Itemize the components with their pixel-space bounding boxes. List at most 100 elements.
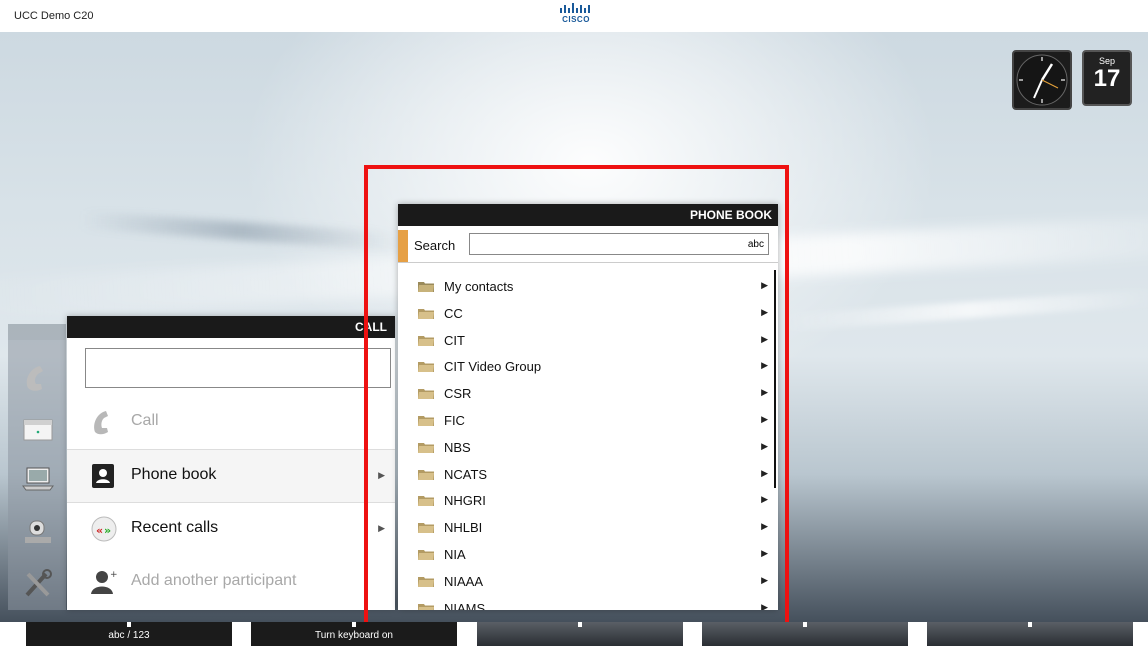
entry-name: NBS — [444, 439, 471, 455]
entry-name: FIC — [444, 412, 465, 428]
laptop-icon[interactable] — [20, 462, 56, 494]
folder-icon — [418, 441, 434, 453]
call-number-input[interactable] — [85, 348, 391, 388]
phone-book-entry[interactable]: CIT ▶ — [398, 326, 778, 353]
search-accent — [398, 230, 408, 262]
entry-name: NHLBI — [444, 520, 483, 536]
folder-icon — [418, 307, 434, 319]
entry-name: NIA — [444, 546, 466, 562]
folder-icon — [418, 360, 434, 373]
entry-name: NCATS — [444, 466, 488, 482]
contacts-folder-icon — [418, 280, 434, 292]
chevron-right-icon: ▶ — [761, 574, 768, 585]
chevron-right-icon: ▶ — [761, 360, 768, 371]
entry-name: NIAMS — [444, 600, 486, 610]
softkey-keyboard[interactable]: Turn keyboard on — [251, 622, 457, 646]
entry-name: CSR — [444, 386, 472, 402]
cisco-wordmark: CISCO — [562, 15, 590, 24]
softkey-5[interactable] — [927, 622, 1133, 646]
chevron-right-icon: ▶ — [761, 306, 768, 317]
chevron-right-icon: ▶ — [761, 494, 768, 505]
call-panel-header: CALL — [67, 316, 395, 338]
search-label: Search — [414, 238, 456, 253]
phone-book-entry[interactable]: CIT Video Group ▶ — [398, 352, 778, 379]
phone-book-entry[interactable]: NBS ▶ — [398, 433, 778, 460]
folder-icon — [418, 575, 434, 587]
phonebook-icon — [89, 462, 119, 490]
folder-icon — [418, 414, 434, 426]
calendar-widget: Sep 17 — [1082, 50, 1132, 106]
calendar-icon[interactable] — [20, 412, 56, 444]
recent-calls-icon: «» — [89, 515, 119, 543]
cisco-logo: CISCO — [556, 3, 596, 24]
calendar-month: Sep — [1098, 56, 1115, 66]
chevron-right-icon: ▶ — [378, 523, 385, 533]
phone-book-entry[interactable]: CC ▶ — [398, 299, 778, 326]
add-participant-label: Add another participant — [131, 572, 297, 589]
phone-book-entry[interactable]: My contacts ▶ — [398, 272, 778, 299]
search-input[interactable] — [469, 233, 769, 255]
phone-book-header: PHONE BOOK — [398, 204, 778, 226]
phone-book-search-row: Search — [398, 226, 778, 263]
calendar-day: 17 — [1093, 65, 1121, 92]
svg-text:»: » — [104, 524, 111, 537]
softkey-label: abc / 123 — [108, 630, 150, 641]
phone-book-label: Phone book — [131, 466, 217, 483]
call-panel: CALL Call Phone book ▶ «» Recent calls ▶… — [67, 316, 395, 610]
entry-name: NHGRI — [444, 493, 486, 509]
entry-name: NIAAA — [444, 573, 484, 589]
chevron-right-icon: ▶ — [761, 521, 768, 532]
folder-icon — [418, 521, 434, 534]
add-participant-icon: + — [89, 568, 119, 596]
phone-handset-icon[interactable] — [20, 362, 56, 394]
phone-book-list: My contacts ▶ CC ▶ CIT ▶ CIT Video Group ▶ CSR ▶ F… — [398, 272, 778, 610]
phone-book-entry[interactable]: CSR ▶ — [398, 379, 778, 406]
svg-text:«: « — [96, 524, 103, 537]
softkey-label: Turn keyboard on — [314, 630, 393, 641]
tools-icon[interactable] — [20, 568, 56, 600]
add-participant-button[interactable]: + Add another participant — [67, 556, 395, 608]
cisco-bars-icon — [560, 3, 590, 13]
softkey-abc-123[interactable]: abc / 123 — [26, 622, 232, 646]
phone-book-menu-item[interactable]: Phone book ▶ — [67, 449, 395, 503]
side-menu — [8, 324, 66, 610]
phone-book-entry[interactable]: NIAAA ▶ — [398, 567, 778, 594]
entry-name: CIT Video Group — [444, 359, 542, 375]
chevron-right-icon: ▶ — [761, 601, 768, 610]
phone-book-entry[interactable]: NHGRI ▶ — [398, 486, 778, 513]
folder-icon — [418, 387, 434, 400]
folder-icon — [418, 494, 434, 507]
phone-book-entry[interactable]: FIC ▶ — [398, 406, 778, 433]
softkey-4[interactable] — [702, 622, 908, 646]
phone-book-entry[interactable]: NIAMS ▶ — [398, 594, 778, 610]
recent-calls-menu-item[interactable]: «» Recent calls ▶ — [67, 503, 395, 555]
chevron-right-icon: ▶ — [761, 467, 768, 478]
chevron-right-icon: ▶ — [378, 470, 385, 480]
phone-book-panel: PHONE BOOK Search My contacts▶CC▶CIT▶CIT… — [398, 204, 778, 610]
chevron-right-icon: ▶ — [761, 280, 768, 290]
folder-icon — [418, 468, 434, 480]
top-bar: UCC Demo C20 CISCO — [0, 0, 1148, 32]
entry-name: My contacts — [444, 279, 514, 294]
soft-key-bar: abc / 123 Turn keyboard on — [0, 622, 1148, 646]
chevron-right-icon: ▶ — [761, 413, 768, 424]
chevron-right-icon: ▶ — [761, 333, 768, 344]
scrollbar[interactable] — [774, 270, 776, 488]
svg-text:+: + — [110, 570, 118, 580]
phone-book-entry[interactable]: NHLBI ▶ — [398, 513, 778, 540]
phone-book-entry[interactable]: NIA ▶ — [398, 540, 778, 567]
folder-icon — [418, 602, 434, 610]
analog-clock-icon — [1012, 50, 1072, 110]
folder-icon — [418, 548, 434, 560]
phone-book-entry[interactable]: NCATS ▶ — [398, 460, 778, 487]
phone-handset-icon — [89, 408, 119, 436]
chevron-right-icon: ▶ — [761, 547, 768, 558]
call-button[interactable]: Call — [67, 396, 395, 448]
call-label: Call — [131, 412, 159, 429]
softkey-3[interactable] — [477, 622, 683, 646]
device-name: UCC Demo C20 — [14, 10, 94, 22]
chevron-right-icon: ▶ — [761, 387, 768, 398]
camera-icon[interactable] — [20, 515, 56, 547]
chevron-right-icon: ▶ — [761, 440, 768, 451]
folder-icon — [418, 334, 434, 346]
